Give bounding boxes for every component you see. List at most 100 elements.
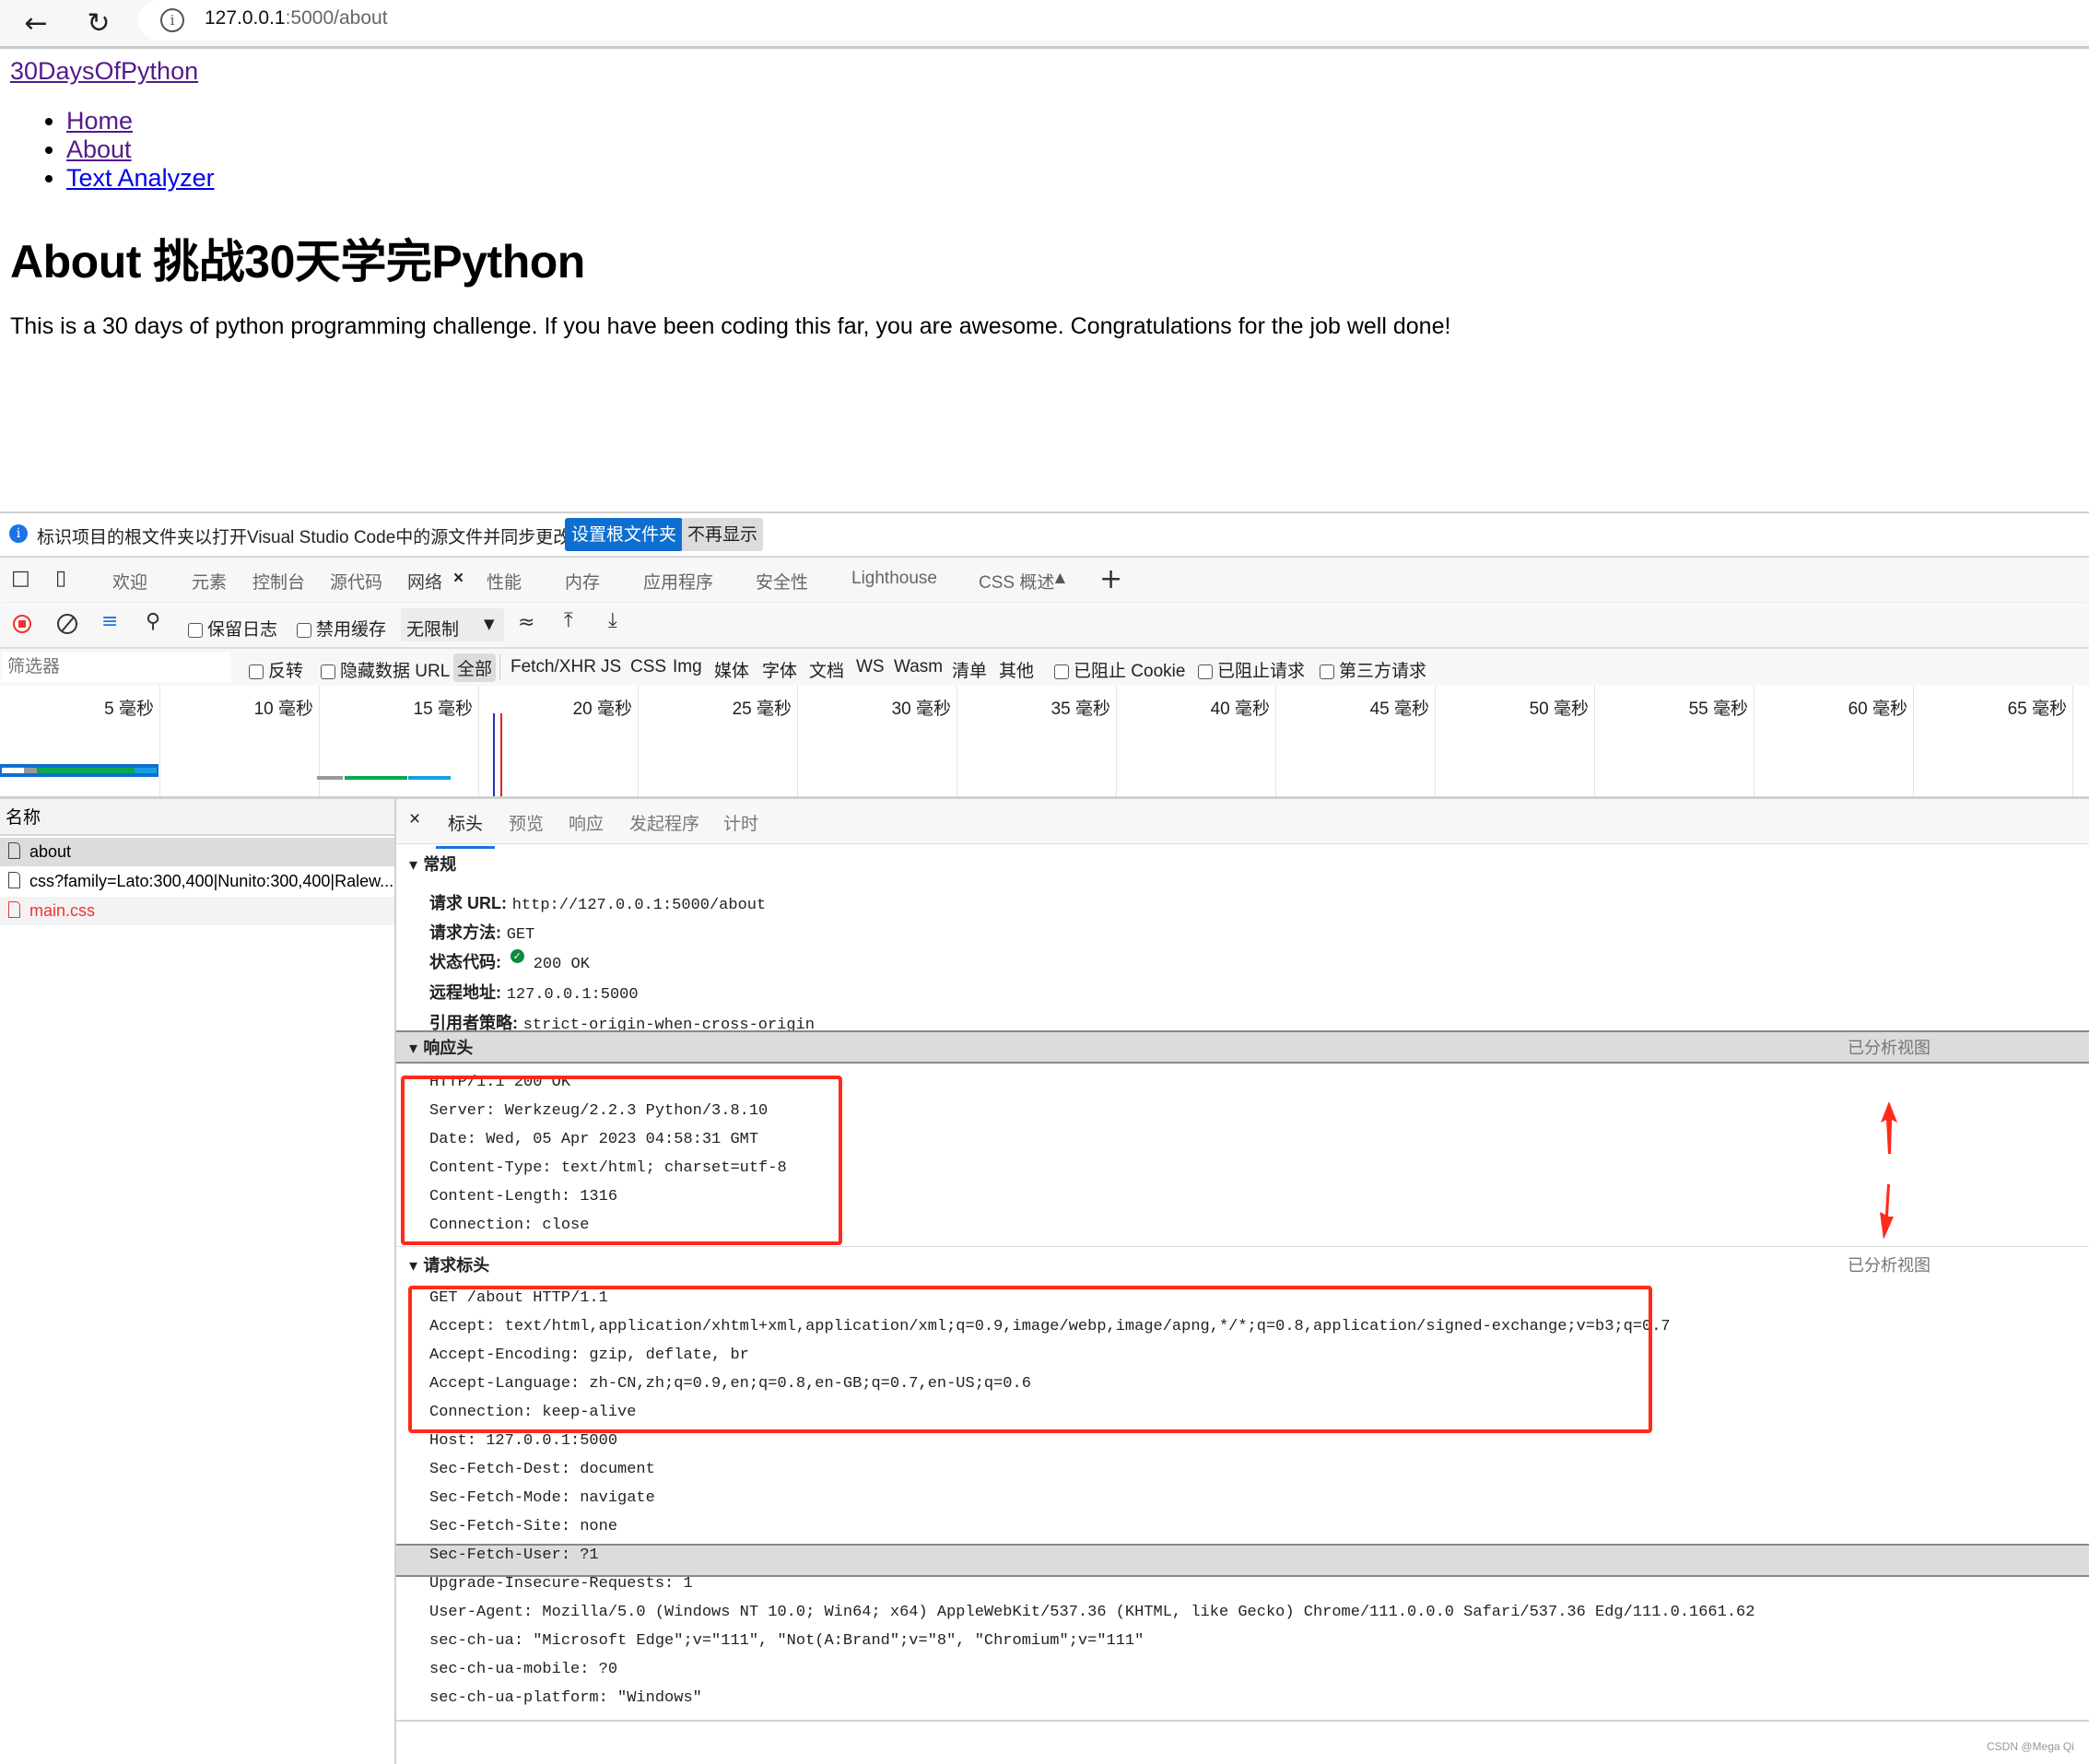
nav-link-home[interactable]: Home [66, 107, 133, 135]
row-value: 200 OK [533, 956, 590, 973]
network-conditions-icon[interactable]: ≈ [518, 611, 534, 634]
search-icon[interactable]: ⚲ [146, 610, 160, 633]
nav-link-about[interactable]: About [66, 135, 132, 163]
tab-console[interactable]: 控制台 [252, 569, 305, 594]
tab-initiator[interactable]: 发起程序 [629, 810, 699, 835]
parsed-view-toggle[interactable]: 已分析视图 [1848, 1032, 1931, 1065]
url-host: 127.0.0.1 [205, 7, 286, 29]
filter-bar: 反转 隐藏数据 URL 全部 Fetch/XHR JS CSS Img 媒体 字… [0, 647, 2089, 688]
tab-preview[interactable]: 预览 [509, 810, 544, 835]
preserve-log-checkbox[interactable]: 保留日志 [188, 616, 277, 641]
response-headers-section-header[interactable]: ▾ 响应头 已分析视图 [396, 1030, 2089, 1064]
dom-content-loaded-marker [493, 713, 495, 796]
back-button[interactable]: ← [20, 7, 52, 40]
device-toolbar-icon[interactable]: ▯ [55, 567, 66, 590]
timeline-tick-label: 15 毫秒 [413, 700, 473, 719]
tab-css-overview[interactable]: CSS 概述 [979, 569, 1054, 594]
tab-headers[interactable]: 标头 [435, 810, 496, 849]
request-row-about[interactable]: about [0, 838, 394, 866]
tab-response[interactable]: 响应 [569, 810, 604, 835]
tab-memory[interactable]: 内存 [565, 569, 600, 594]
network-overview-timeline[interactable]: 5 毫秒 10 毫秒 15 毫秒 20 毫秒 25 毫秒 30 毫秒 35 毫秒 40 毫秒 4… [0, 686, 2089, 799]
export-har-icon[interactable]: ⤓ [608, 609, 617, 632]
header-line: sec-ch-ua: "Microsoft Edge";v="111", "No… [429, 1632, 1144, 1650]
divider [396, 1720, 2089, 1722]
filter-type-font[interactable]: 字体 [762, 657, 797, 682]
timeline-gridline [1754, 686, 1755, 796]
tab-sources[interactable]: 源代码 [330, 569, 382, 594]
tab-welcome[interactable]: 欢迎 [112, 569, 147, 594]
record-stop-icon[interactable] [13, 615, 31, 633]
tab-application[interactable]: 应用程序 [643, 569, 713, 594]
expand-triangle-icon: ▾ [409, 1039, 424, 1058]
timeline-gridline [797, 686, 798, 796]
tab-elements[interactable]: 元素 [192, 569, 227, 594]
divider [499, 654, 500, 680]
request-name: main.css [29, 901, 96, 920]
response-headers-section-header[interactable] [396, 1544, 2089, 1577]
checkbox[interactable] [1320, 664, 1334, 679]
filter-type-manifest[interactable]: 清单 [952, 657, 987, 682]
checkbox[interactable] [1198, 664, 1213, 679]
brand-link[interactable]: 30DaysOfPython [10, 57, 198, 86]
close-tab-icon[interactable]: × [453, 569, 464, 589]
disable-cache-checkbox[interactable]: 禁用缓存 [297, 616, 386, 641]
third-party-checkbox[interactable]: 第三方请求 [1320, 657, 1426, 682]
filter-type-all[interactable]: 全部 [453, 653, 497, 682]
filter-type-img[interactable]: Img [673, 657, 702, 677]
request-row-css-family[interactable]: css?family=Lato:300,400|Nunito:300,400|R… [0, 867, 394, 896]
tab-performance[interactable]: 性能 [487, 569, 522, 594]
parsed-view-toggle[interactable]: 已分析视图 [1848, 1250, 1931, 1283]
disable-cache-label: 禁用缓存 [316, 620, 387, 640]
checkbox[interactable] [297, 622, 311, 638]
filter-type-media[interactable]: 媒体 [714, 657, 749, 682]
filter-type-wasm[interactable]: Wasm [894, 657, 943, 677]
header-line: Sec-Fetch-Site: none [429, 1518, 618, 1535]
timeline-gridline [638, 686, 639, 796]
header-line: Upgrade-Insecure-Requests: 1 [429, 1575, 693, 1593]
general-section-header[interactable]: ▾ 常规 [396, 849, 2089, 882]
reload-button[interactable]: ↻ [83, 7, 114, 40]
clear-icon[interactable] [57, 614, 77, 634]
filter-type-other[interactable]: 其他 [999, 657, 1034, 682]
set-root-folder-button[interactable]: 设置根文件夹 [565, 518, 684, 551]
timeline-gridline [319, 686, 320, 796]
filter-type-fetch-xhr[interactable]: Fetch/XHR [511, 657, 596, 677]
filter-input[interactable] [2, 653, 230, 682]
tab-security[interactable]: 安全性 [756, 569, 808, 594]
timeline-tick-label: 25 毫秒 [732, 700, 792, 719]
name-column-header[interactable]: 名称 [0, 799, 394, 836]
hide-data-urls-checkbox[interactable]: 隐藏数据 URL [321, 657, 450, 682]
tab-network[interactable]: 网络 [399, 569, 475, 606]
filter-type-ws[interactable]: WS [856, 657, 885, 677]
dont-show-again-button[interactable]: 不再显示 [682, 518, 764, 551]
blocked-requests-checkbox[interactable]: 已阻止请求 [1198, 657, 1305, 682]
checkbox[interactable] [188, 622, 203, 638]
inspect-element-icon[interactable]: □ [11, 567, 30, 590]
add-tab-icon[interactable]: + [1099, 563, 1122, 595]
waterfall-bar-css-download [408, 776, 451, 780]
filter-type-css[interactable]: CSS [630, 657, 666, 677]
site-info-icon[interactable]: i [160, 8, 184, 32]
tab-lighthouse[interactable]: Lighthouse [851, 569, 937, 589]
request-headers-section-header[interactable]: ▾ 请求标头 已分析视图 [396, 1250, 2089, 1283]
address-bar[interactable]: i 127.0.0.1:5000/about [138, 0, 2089, 41]
checkbox[interactable] [249, 664, 264, 679]
import-har-icon[interactable]: ⤒ [564, 609, 573, 632]
invert-checkbox[interactable]: 反转 [249, 657, 303, 682]
filter-type-doc[interactable]: 文档 [809, 657, 844, 682]
request-row-main-css[interactable]: main.css [0, 897, 394, 925]
checkbox[interactable] [321, 664, 335, 679]
timeline-gridline [1913, 686, 1914, 796]
row-label: 远程地址: [429, 983, 501, 1002]
timeline-gridline [2072, 686, 2073, 796]
blocked-cookies-checkbox[interactable]: 已阻止 Cookie [1054, 657, 1185, 682]
nav-link-text-analyzer[interactable]: Text Analyzer [66, 164, 215, 192]
waterfall-bar-css-waiting [345, 776, 407, 780]
tab-timing[interactable]: 计时 [723, 810, 758, 835]
filter-type-js[interactable]: JS [601, 657, 621, 677]
filter-icon[interactable]: ≡ [101, 610, 118, 633]
throttling-select[interactable]: 无限制 ▼ [401, 608, 504, 641]
checkbox[interactable] [1054, 664, 1069, 679]
close-detail-icon[interactable]: × [409, 808, 420, 830]
